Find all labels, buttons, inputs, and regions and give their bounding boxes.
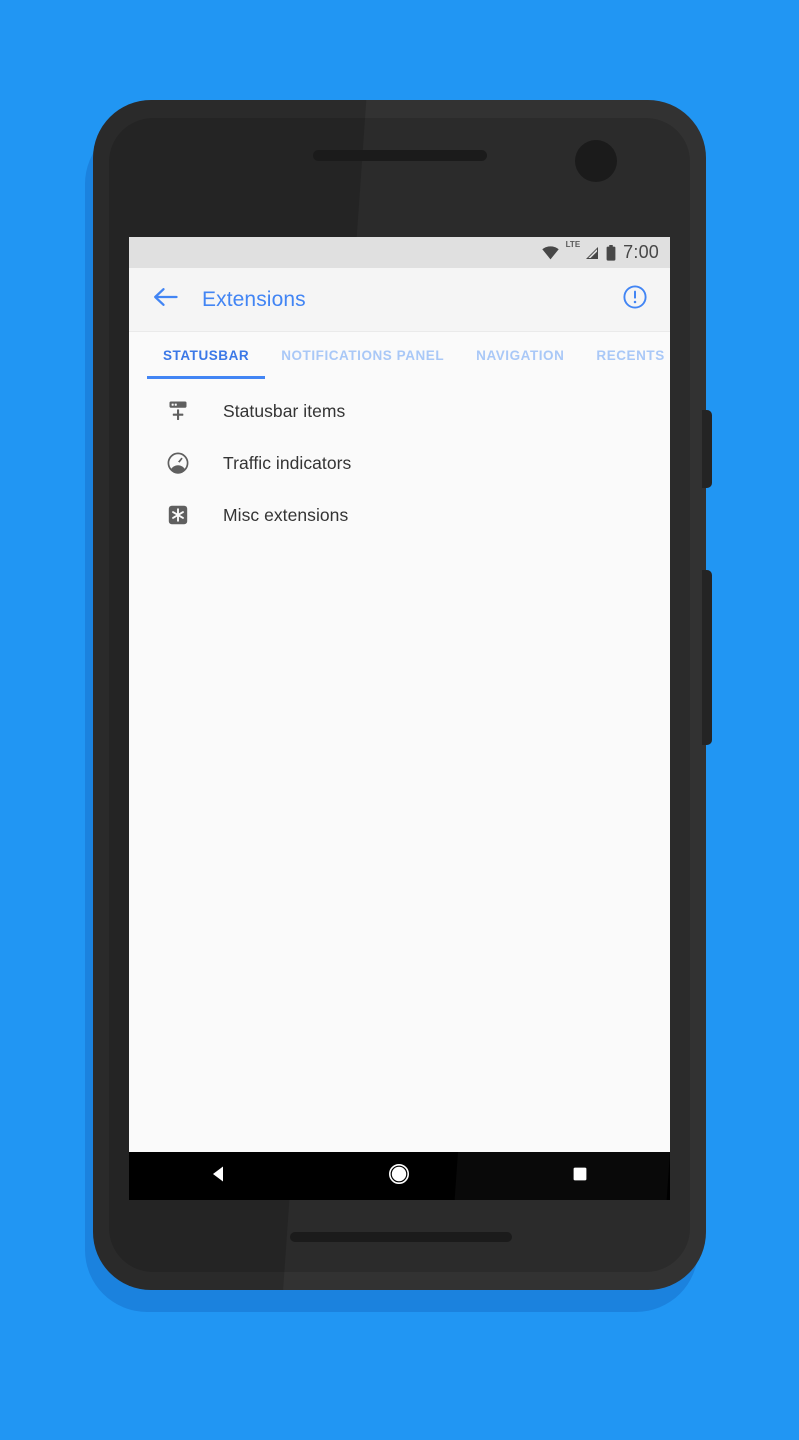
list-item[interactable]: Traffic indicators — [129, 437, 670, 489]
asterisk-square-icon — [165, 502, 191, 528]
speedometer-icon — [165, 450, 191, 476]
tab-label: RECENTS — [596, 348, 665, 363]
volume-rocker[interactable] — [702, 570, 712, 745]
phone-mockup: LTE 7:00 Extensions STATUSBAR NOTIFICATI… — [85, 100, 712, 1312]
list-item-label: Statusbar items — [223, 400, 346, 421]
speaker-grille — [313, 150, 487, 161]
back-button[interactable] — [149, 283, 183, 317]
tab-statusbar[interactable]: STATUSBAR — [147, 332, 266, 379]
list-item[interactable]: Misc extensions — [129, 489, 670, 541]
tab-label: NOTIFICATIONS PANEL — [281, 348, 445, 363]
settings-list: Statusbar items Traffic indicators Misc … — [129, 379, 670, 1152]
info-circle-icon — [622, 284, 648, 315]
tab-bar[interactable]: STATUSBAR NOTIFICATIONS PANEL NAVIGATION… — [129, 332, 670, 379]
list-item-label: Misc extensions — [223, 504, 349, 525]
phone-screen: LTE 7:00 Extensions STATUSBAR NOTIFICATI… — [129, 237, 670, 1200]
app-toolbar: Extensions — [129, 268, 670, 332]
android-nav-bar — [129, 1152, 670, 1200]
nav-back-icon — [208, 1163, 230, 1190]
list-item[interactable]: Statusbar items — [129, 385, 670, 437]
battery-icon — [606, 244, 616, 261]
signal-icon — [584, 246, 599, 260]
tab-label: NAVIGATION — [476, 348, 565, 363]
info-button[interactable] — [618, 283, 652, 317]
nav-home-button[interactable] — [309, 1152, 489, 1200]
tab-recents[interactable]: RECENTS — [580, 332, 670, 379]
statusbar-add-icon — [165, 398, 191, 424]
nav-home-icon — [387, 1162, 411, 1191]
list-item-label: Traffic indicators — [223, 452, 352, 473]
bottom-speaker-grille — [290, 1232, 512, 1242]
nav-back-button[interactable] — [129, 1152, 309, 1200]
network-type-label: LTE — [565, 240, 581, 249]
arrow-back-icon — [153, 286, 179, 313]
power-button[interactable] — [702, 410, 712, 488]
nav-recents-button[interactable] — [490, 1152, 670, 1200]
tab-label: STATUSBAR — [163, 348, 250, 363]
tab-navigation[interactable]: NAVIGATION — [460, 332, 580, 379]
page-title: Extensions — [202, 287, 306, 311]
nav-recents-icon — [570, 1164, 590, 1189]
android-status-bar: LTE 7:00 — [129, 237, 670, 268]
wifi-icon — [541, 245, 559, 260]
tab-notifications-panel[interactable]: NOTIFICATIONS PANEL — [265, 332, 460, 379]
status-bar-clock: 7:00 — [623, 242, 659, 262]
front-camera-icon — [575, 140, 617, 182]
